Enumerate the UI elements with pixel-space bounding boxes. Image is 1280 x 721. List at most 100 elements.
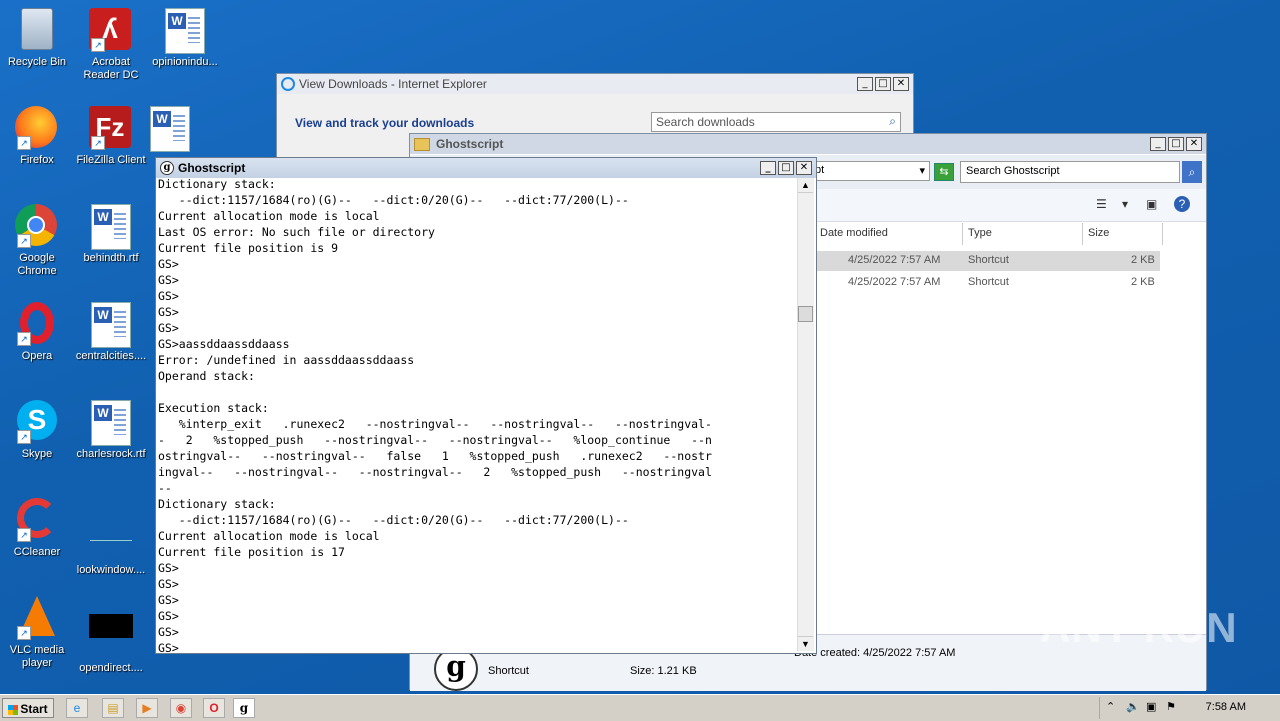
search-icon[interactable]: ⌕ (889, 114, 896, 129)
desktop-icon-centralcities[interactable]: centralcities.... (74, 302, 148, 363)
details-type: Shortcut (488, 665, 529, 677)
console-line: Last OS error: No such file or directory (158, 225, 435, 239)
desktop-icon-label: lookwindow.... (76, 564, 146, 576)
ghostscript-window-title: Ghostscript (178, 161, 246, 175)
minimize-button[interactable]: _ (1150, 137, 1166, 151)
volume-icon[interactable]: 🔈 (1126, 700, 1140, 713)
desktop-icon-skype[interactable]: S ↗ Skype (0, 400, 74, 461)
filezilla-icon: Fz ↗ (89, 106, 133, 150)
explorer-taskbar-icon[interactable]: ▤ (102, 698, 124, 718)
ie-window-icon (281, 77, 295, 91)
desktop-icon-opinionindu[interactable]: opinionindu... (148, 8, 222, 69)
desktop-icon-behindth[interactable]: behindth.rtf (74, 204, 148, 265)
desktop-icon-acrobat[interactable]: ʎ ↗ Acrobat Reader DC (74, 8, 148, 82)
desktop-icon-firefox[interactable]: ↗ Firefox (0, 106, 74, 167)
console-line: Current file position is 9 (158, 241, 339, 255)
desktop-icon-ccleaner[interactable]: ↗ CCleaner (0, 498, 74, 559)
column-header-date[interactable]: Date modified (815, 223, 963, 245)
scrollbar-thumb[interactable] (798, 306, 813, 322)
desktop-icon-lookwindow[interactable]: lookwindow.... (74, 498, 148, 577)
view-options-icon[interactable]: ☰ (1096, 197, 1107, 211)
refresh-icon[interactable]: ⇆ (934, 163, 954, 181)
column-header-type[interactable]: Type (963, 223, 1083, 245)
ghostscript-console-window[interactable]: g Ghostscript _ □ ✕ Dictionary stack: --… (155, 157, 817, 654)
folder-icon (414, 137, 430, 151)
anyrun-watermark: ANY RUN (1040, 604, 1238, 651)
console-line: Error: /undefined in aassddaassddaass (158, 353, 415, 367)
word-document-icon (148, 106, 192, 152)
blank-file-icon (89, 516, 133, 560)
maximize-button[interactable]: □ (1168, 137, 1184, 151)
maximize-button[interactable]: □ (778, 161, 794, 175)
ghostscript-titlebar[interactable]: g Ghostscript _ □ ✕ (156, 158, 816, 178)
close-button[interactable]: ✕ (796, 161, 812, 175)
file-row[interactable]: 4/25/2022 7:57 AM Shortcut 2 KB (815, 251, 1160, 271)
desktop-icon-vlc[interactable]: ↗ VLC media player (0, 596, 74, 670)
desktop-icon-chrome[interactable]: ↗ Google Chrome (0, 204, 74, 278)
console-line: GS> (158, 321, 179, 335)
ie-taskbar-icon[interactable]: e (66, 698, 88, 718)
address-bar[interactable]: pt ▾ (810, 161, 930, 181)
desktop-icon-opera[interactable]: ↗ Opera (0, 302, 74, 363)
chevron-down-icon[interactable]: ▾ (1122, 197, 1128, 211)
desktop-icon-label: opendirect.... (79, 662, 143, 674)
network-icon[interactable]: ▣ (1146, 700, 1156, 713)
vertical-scrollbar[interactable]: ▲ ▼ (797, 178, 814, 651)
desktop-icon-label: VLC media player (9, 644, 65, 669)
firefox-icon: ↗ (15, 106, 59, 150)
desktop-icon-charlesrock[interactable]: charlesrock.rtf (74, 400, 148, 461)
console-line: --dict:1157/1684(ro)(G)-- --dict:0/20(G)… (158, 513, 629, 527)
word-document-icon (89, 302, 133, 348)
console-line: GS> (158, 593, 179, 607)
console-line: GS> (158, 577, 179, 591)
explorer-search-input[interactable]: Search Ghostscript (960, 161, 1180, 183)
console-line: GS> (158, 561, 179, 575)
tray-chevron-icon[interactable]: ⌃ (1106, 700, 1115, 713)
console-line: Dictionary stack: (158, 497, 276, 511)
desktop-icon-filezilla[interactable]: Fz ↗ FileZilla Client (74, 106, 148, 167)
close-button[interactable]: ✕ (1186, 137, 1202, 151)
desktop-icon-opendirect[interactable]: opendirect.... (74, 596, 148, 675)
file-row[interactable]: 4/25/2022 7:57 AM Shortcut 2 KB (815, 273, 1160, 293)
preview-pane-icon[interactable]: ▣ (1146, 197, 1157, 211)
search-icon[interactable]: ⌕ (1182, 161, 1202, 183)
console-output[interactable]: Dictionary stack: --dict:1157/1684(ro)(G… (158, 176, 798, 652)
minimize-button[interactable]: _ (760, 161, 776, 175)
desktop-icon-word-partial[interactable] (148, 106, 190, 154)
console-line: Current allocation mode is local (158, 209, 380, 223)
opera-taskbar-icon[interactable]: O (203, 698, 225, 718)
help-icon[interactable]: ? (1174, 196, 1190, 212)
explorer-titlebar[interactable]: Ghostscript _ □ ✕ (410, 134, 1206, 154)
console-line: GS> (158, 609, 179, 623)
recycle-bin-icon (15, 8, 59, 52)
media-player-taskbar-icon[interactable]: ▶ (136, 698, 158, 718)
windows-logo-icon (8, 704, 19, 715)
console-line: --dict:1157/1684(ro)(G)-- --dict:0/20(G)… (158, 193, 629, 207)
console-line: Current allocation mode is local (158, 529, 380, 543)
downloads-heading: View and track your downloads (295, 116, 475, 130)
ie-titlebar[interactable]: View Downloads - Internet Explorer _ □ ✕ (277, 74, 913, 94)
chevron-down-icon[interactable]: ▾ (919, 164, 925, 177)
column-header-size[interactable]: Size (1083, 223, 1163, 245)
downloads-search-input[interactable]: Search downloads ⌕ (651, 112, 901, 132)
ghostscript-taskbar-icon[interactable]: g (233, 698, 255, 718)
close-button[interactable]: ✕ (893, 77, 909, 91)
word-document-icon (89, 400, 133, 446)
clock[interactable]: 7:58 AM (1206, 701, 1246, 713)
console-line: GS> (158, 305, 179, 319)
maximize-button[interactable]: □ (875, 77, 891, 91)
desktop-icon-label: Recycle Bin (7, 56, 67, 68)
minimize-button[interactable]: _ (857, 77, 873, 91)
skype-icon: S ↗ (15, 400, 59, 444)
desktop-icon-label: Google Chrome (17, 252, 57, 277)
desktop-icon-recycle-bin[interactable]: Recycle Bin (0, 8, 74, 69)
start-button[interactable]: Start (2, 698, 54, 718)
flag-icon[interactable]: ⚑ (1166, 700, 1176, 713)
console-line: ingval-- --nostringval-- --nostringval--… (158, 465, 712, 479)
explorer-window-title: Ghostscript (436, 137, 504, 151)
ie-window-title: View Downloads - Internet Explorer (299, 77, 487, 91)
scroll-down-arrow-icon[interactable]: ▼ (798, 636, 813, 651)
scroll-up-arrow-icon[interactable]: ▲ (798, 178, 813, 193)
chrome-taskbar-icon[interactable]: ◉ (170, 698, 192, 718)
